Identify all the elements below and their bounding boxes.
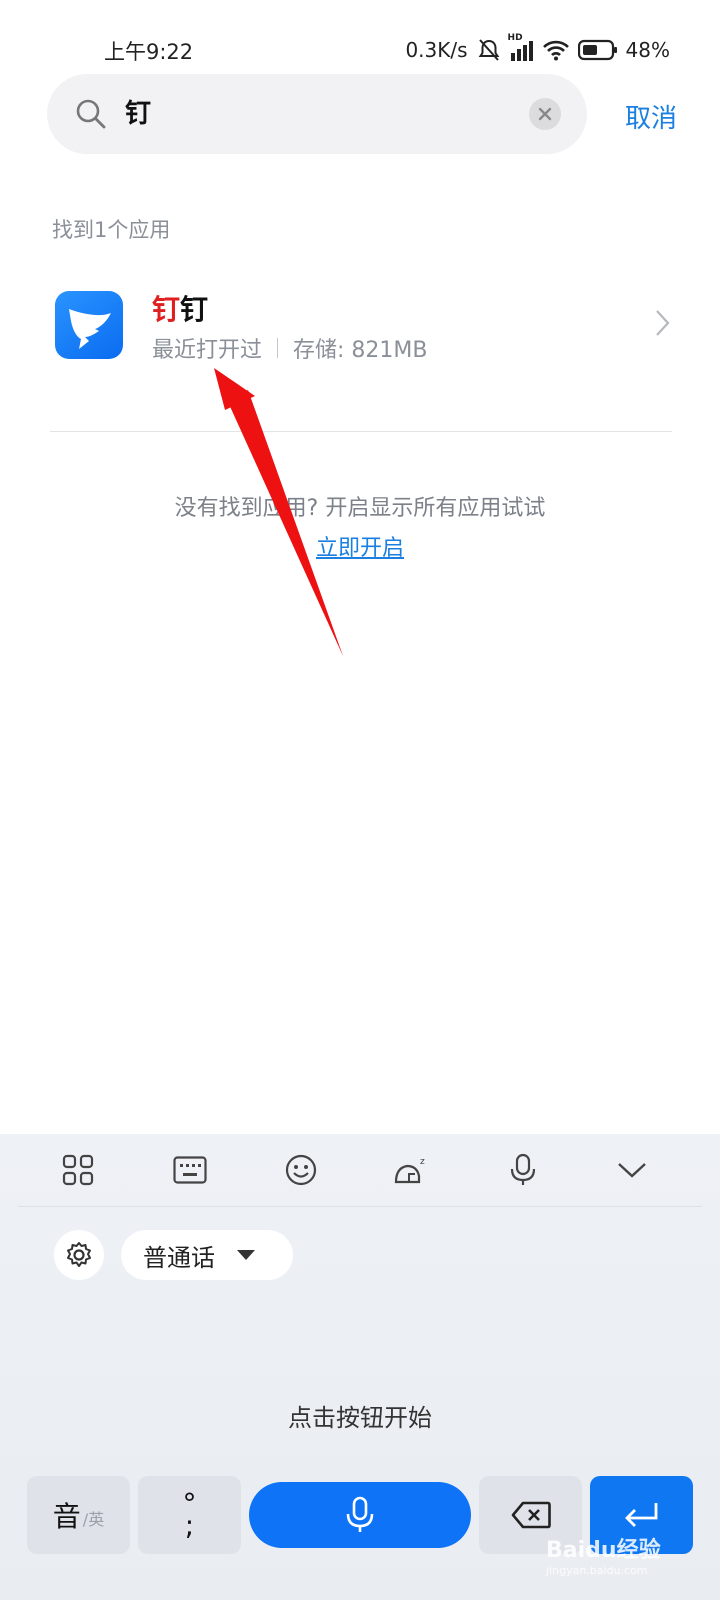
voice-input-button[interactable] xyxy=(249,1482,471,1548)
backspace-icon xyxy=(511,1501,551,1529)
watermark-brand: Baidu经验 xyxy=(546,1538,661,1563)
enter-icon xyxy=(624,1503,657,1527)
language-select[interactable]: 普通话 xyxy=(121,1230,293,1280)
keyboard-icon[interactable] xyxy=(172,1152,208,1188)
watermark-url: jingyan.baidu.com xyxy=(546,1564,648,1577)
app-meta: 最近打开过 存储: 821MB xyxy=(152,332,428,364)
status-icons: 0.3K/s HD 48% xyxy=(405,33,670,64)
svg-text:z: z xyxy=(420,1157,425,1167)
pinyin-english-switch-key[interactable]: 音/英 xyxy=(27,1476,130,1554)
microphone-icon[interactable] xyxy=(505,1152,541,1188)
battery-icon xyxy=(577,39,618,61)
emoji-icon[interactable] xyxy=(283,1152,319,1188)
search-box[interactable]: 钉 xyxy=(47,74,587,154)
signal-icon: HD xyxy=(508,33,534,61)
keyboard-toolbar: z xyxy=(0,1134,720,1206)
punctuation-key[interactable]: ° ; xyxy=(138,1476,241,1554)
language-label: 普通话 xyxy=(143,1243,215,1272)
recent-label: 最近打开过 xyxy=(152,338,263,363)
enable-all-apps-link[interactable]: 立即开启 xyxy=(0,530,720,562)
baidu-watermark: Baidu经验 jingyan.baidu.com xyxy=(546,1532,661,1577)
storage-label: 存储: 821MB xyxy=(293,338,428,363)
tap-to-start-hint: 点击按钮开始 xyxy=(288,1404,432,1432)
mute-bell-icon xyxy=(476,37,502,63)
voice-keyboard: z 普通话 点击按钮开始 音/英 ° ; xyxy=(0,1134,720,1600)
cancel-button[interactable]: 取消 xyxy=(625,98,677,135)
app-name-rest: 钉 xyxy=(180,293,209,326)
voice-settings-button[interactable] xyxy=(54,1230,104,1280)
app-name-highlight: 钉 xyxy=(152,293,181,326)
result-count: 找到1个应用 xyxy=(52,218,171,242)
grid-icon[interactable] xyxy=(60,1152,96,1188)
chevron-down-icon[interactable] xyxy=(614,1152,650,1188)
gear-icon xyxy=(67,1242,91,1267)
divider xyxy=(50,431,672,432)
app-result-row[interactable]: 钉钉 最近打开过 存储: 821MB xyxy=(52,288,672,388)
english-key-label: /英 xyxy=(82,1510,105,1529)
punct-bottom: ; xyxy=(184,1509,195,1542)
search-input[interactable]: 钉 xyxy=(125,94,151,134)
wifi-icon xyxy=(542,39,570,61)
dropdown-triangle-icon xyxy=(237,1250,255,1260)
chevron-right-icon xyxy=(654,308,670,338)
meta-separator xyxy=(277,338,279,358)
close-icon xyxy=(538,107,552,121)
battery-percent: 48% xyxy=(625,38,670,62)
toolbar-divider xyxy=(18,1206,702,1207)
not-found-hint: 没有找到应用? 开启显示所有应用试试 xyxy=(174,496,546,521)
pinyin-key-label: 音 xyxy=(52,1500,81,1533)
net-speed: 0.3K/s xyxy=(405,38,468,62)
app-name: 钉钉 xyxy=(152,288,208,328)
network-type-label: HD xyxy=(507,33,523,43)
search-icon xyxy=(75,98,107,130)
sleep-cat-icon[interactable]: z xyxy=(393,1152,429,1188)
microphone-icon xyxy=(346,1496,374,1532)
status-time: 上午9:22 xyxy=(104,40,194,64)
clear-search-button[interactable] xyxy=(529,98,561,130)
dingtalk-app-icon xyxy=(55,291,123,359)
